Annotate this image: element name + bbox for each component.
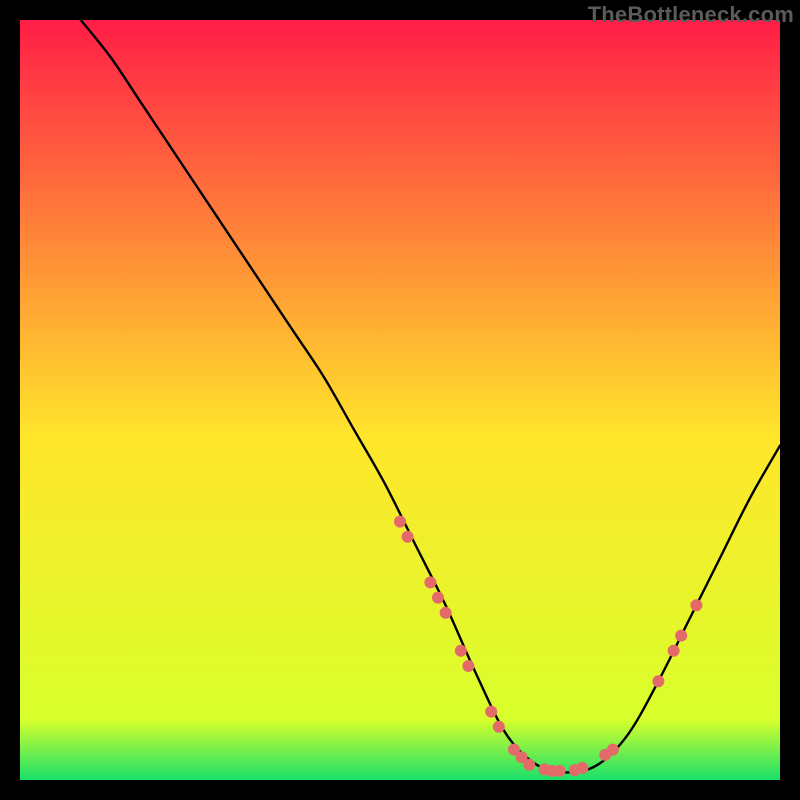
data-marker [455, 645, 467, 657]
data-marker [440, 607, 452, 619]
data-marker [576, 762, 588, 774]
bottleneck-chart [20, 20, 780, 780]
data-marker [424, 576, 436, 588]
data-marker [652, 675, 664, 687]
data-marker [394, 516, 406, 528]
data-marker [462, 660, 474, 672]
data-marker [668, 645, 680, 657]
data-marker [554, 765, 566, 777]
data-marker [690, 599, 702, 611]
data-marker [607, 744, 619, 756]
data-marker [523, 759, 535, 771]
data-marker [675, 630, 687, 642]
data-marker [432, 592, 444, 604]
data-marker [493, 721, 505, 733]
data-marker [485, 706, 497, 718]
watermark-label: TheBottleneck.com [588, 2, 794, 28]
data-marker [402, 531, 414, 543]
chart-frame [20, 20, 780, 780]
